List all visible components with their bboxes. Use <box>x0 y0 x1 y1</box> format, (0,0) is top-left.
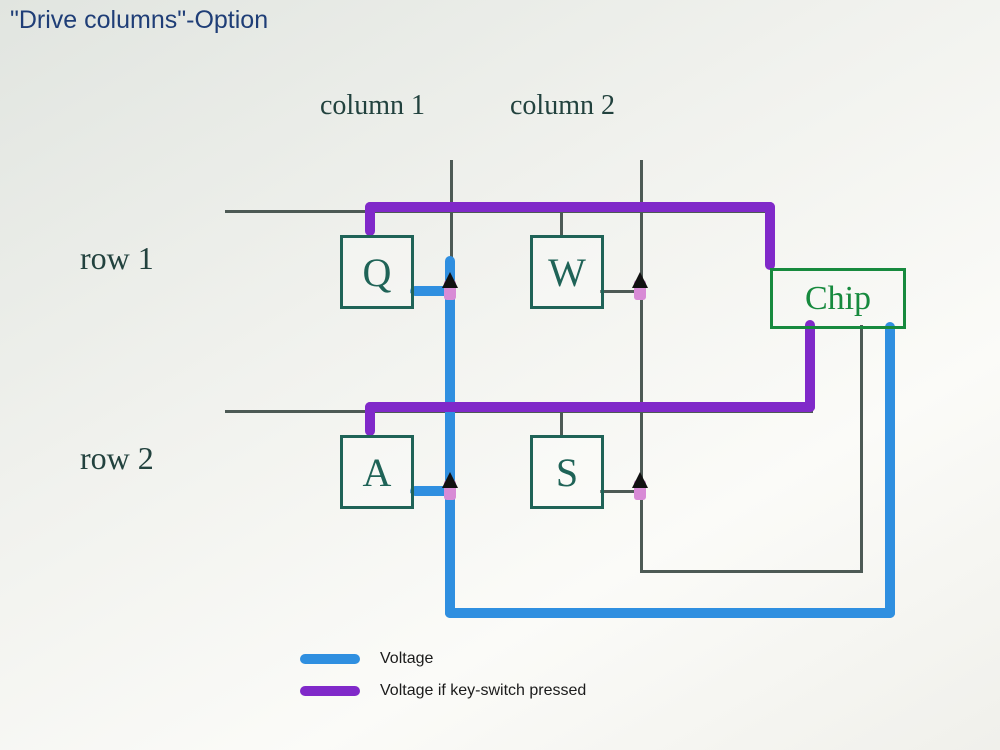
legend-label-pressed: Voltage if key-switch pressed <box>380 682 586 700</box>
wire-chip-col2-v <box>860 325 863 572</box>
diagram-title: "Drive columns"-Option <box>10 6 268 35</box>
wire-drop-s <box>560 410 563 436</box>
legend: Voltage Voltage if key-switch pressed <box>300 650 586 700</box>
voltage-chip-down <box>885 322 895 618</box>
sense-row2-to-chip <box>805 320 815 412</box>
sense-row1 <box>365 202 775 212</box>
legend-row-pressed: Voltage if key-switch pressed <box>300 682 586 700</box>
key-a: A <box>340 435 414 509</box>
legend-swatch-pressed <box>300 686 360 696</box>
key-q: Q <box>340 235 414 309</box>
voltage-bottom <box>445 608 895 618</box>
voltage-col1-up <box>445 256 455 618</box>
key-w-label: W <box>548 249 586 296</box>
legend-swatch-voltage <box>300 654 360 664</box>
wire-drop-w <box>560 210 563 236</box>
chip-label: Chip <box>805 280 871 318</box>
diagram-stage: { "title": "\"Drive columns\"-Option", "… <box>0 0 1000 750</box>
diode-s-arrow <box>632 472 648 488</box>
row-2-label: row 2 <box>80 440 154 477</box>
legend-row-voltage: Voltage <box>300 650 586 668</box>
diode-a-arrow <box>442 472 458 488</box>
sense-row2 <box>365 402 815 412</box>
chip: Chip <box>770 268 906 329</box>
legend-label-voltage: Voltage <box>380 650 433 668</box>
key-a-label: A <box>363 449 392 496</box>
key-s-label: S <box>556 449 578 496</box>
sense-row1-to-chip <box>765 202 775 270</box>
diode-q-arrow <box>442 272 458 288</box>
diode-w-arrow <box>632 272 648 288</box>
column-2-label: column 2 <box>510 90 615 122</box>
wire-chip-col2-h <box>640 570 863 573</box>
wire-col2 <box>640 160 643 570</box>
key-s: S <box>530 435 604 509</box>
key-q-label: Q <box>363 249 392 296</box>
column-1-label: column 1 <box>320 90 425 122</box>
row-1-label: row 1 <box>80 240 154 277</box>
key-w: W <box>530 235 604 309</box>
